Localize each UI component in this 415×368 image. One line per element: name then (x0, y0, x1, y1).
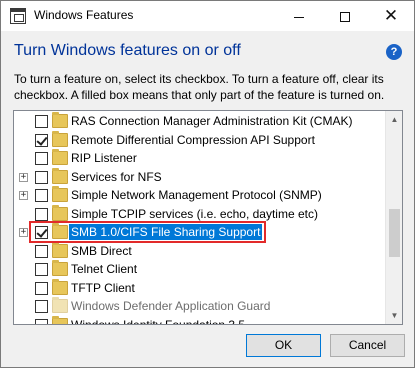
feature-checkbox[interactable] (35, 263, 48, 276)
minimize-icon (294, 16, 304, 18)
maximize-button[interactable] (322, 1, 368, 31)
scroll-up-arrow-icon[interactable]: ▲ (386, 111, 402, 128)
feature-row[interactable]: + Services for NFS (14, 167, 386, 186)
feature-row[interactable]: RIP Listener (14, 149, 386, 167)
windows-features-dialog: Windows Features ✕ Turn Windows features… (0, 0, 415, 368)
close-icon: ✕ (383, 6, 399, 26)
feature-checkbox[interactable] (35, 281, 48, 295)
feature-row[interactable]: Simple TCPIP services (i.e. echo, daytim… (14, 204, 386, 223)
feature-label[interactable]: Windows Defender Application Guard (71, 299, 270, 313)
folder-icon (52, 149, 68, 165)
feature-row[interactable]: Windows Identity Foundation 3.5 (14, 315, 386, 325)
scroll-down-arrow-icon[interactable]: ▼ (386, 307, 402, 324)
expand-icon[interactable]: + (19, 191, 28, 200)
feature-checkbox[interactable] (35, 318, 48, 324)
feature-label[interactable]: RIP Listener (71, 151, 137, 165)
feature-checkbox[interactable] (35, 300, 48, 313)
feature-row[interactable]: Windows Defender Application Guard (14, 297, 386, 315)
folder-icon (52, 167, 68, 184)
feature-row[interactable]: SMB Direct (14, 241, 386, 260)
feature-checkbox[interactable] (35, 115, 48, 128)
feature-row[interactable]: RAS Connection Manager Administration Ki… (14, 112, 386, 130)
scrollbar-thumb[interactable] (389, 209, 400, 257)
feature-label[interactable]: RAS Connection Manager Administration Ki… (71, 114, 352, 128)
folder-icon (52, 130, 68, 147)
feature-label[interactable]: Windows Identity Foundation 3.5 (71, 318, 245, 325)
feature-checkbox[interactable] (35, 170, 48, 184)
feature-checkbox[interactable] (35, 133, 48, 147)
feature-label[interactable]: Remote Differential Compression API Supp… (71, 133, 315, 147)
description-line-1: To turn a feature on, select its checkbo… (14, 72, 384, 86)
window-title: Windows Features (34, 8, 134, 22)
feature-checkbox[interactable] (35, 244, 48, 258)
description: To turn a feature on, select its checkbo… (14, 71, 404, 103)
folder-icon (52, 241, 68, 258)
feature-row[interactable]: Remote Differential Compression API Supp… (14, 130, 386, 149)
windows-features-icon (10, 8, 26, 24)
feature-row[interactable]: TFTP Client (14, 278, 386, 297)
description-line-2: checkbox. A filled box means that only p… (14, 88, 385, 102)
expand-icon[interactable]: + (19, 228, 28, 237)
expand-icon[interactable]: + (19, 172, 28, 182)
feature-label[interactable]: Services for NFS (71, 170, 162, 184)
folder-icon (52, 112, 68, 128)
folder-icon (52, 186, 68, 202)
feature-label[interactable]: TFTP Client (71, 281, 135, 295)
features-tree[interactable]: Windows Identity Foundation 3.5 Windows D… (13, 110, 403, 325)
folder-icon (52, 297, 68, 313)
folder-icon (52, 260, 68, 276)
feature-checkbox[interactable] (35, 207, 48, 221)
cancel-button[interactable]: Cancel (330, 334, 405, 357)
feature-row[interactable]: Telnet Client (14, 260, 386, 278)
folder-icon (52, 278, 68, 295)
help-icon[interactable]: ? (386, 44, 402, 60)
feature-checkbox[interactable] (35, 189, 48, 202)
feature-row[interactable]: + Simple Network Management Protocol (SNM… (14, 186, 386, 204)
feature-label[interactable]: Telnet Client (71, 262, 137, 276)
minimize-button[interactable] (276, 1, 322, 31)
feature-label[interactable]: Simple Network Management Protocol (SNMP… (71, 188, 322, 202)
ok-button[interactable]: OK (246, 334, 321, 357)
folder-icon (52, 315, 68, 324)
maximize-icon (340, 12, 350, 23)
feature-checkbox[interactable] (35, 152, 48, 165)
vertical-scrollbar[interactable]: ▲ ▼ (385, 111, 402, 324)
feature-label[interactable]: SMB Direct (71, 244, 132, 258)
title-bar[interactable]: Windows Features ✕ (1, 1, 414, 31)
feature-label[interactable]: Simple TCPIP services (i.e. echo, daytim… (71, 207, 318, 221)
annotation-highlight-box (29, 221, 266, 243)
folder-icon (52, 204, 68, 221)
page-title: Turn Windows features on or off (14, 42, 241, 59)
close-button[interactable]: ✕ (368, 1, 414, 31)
